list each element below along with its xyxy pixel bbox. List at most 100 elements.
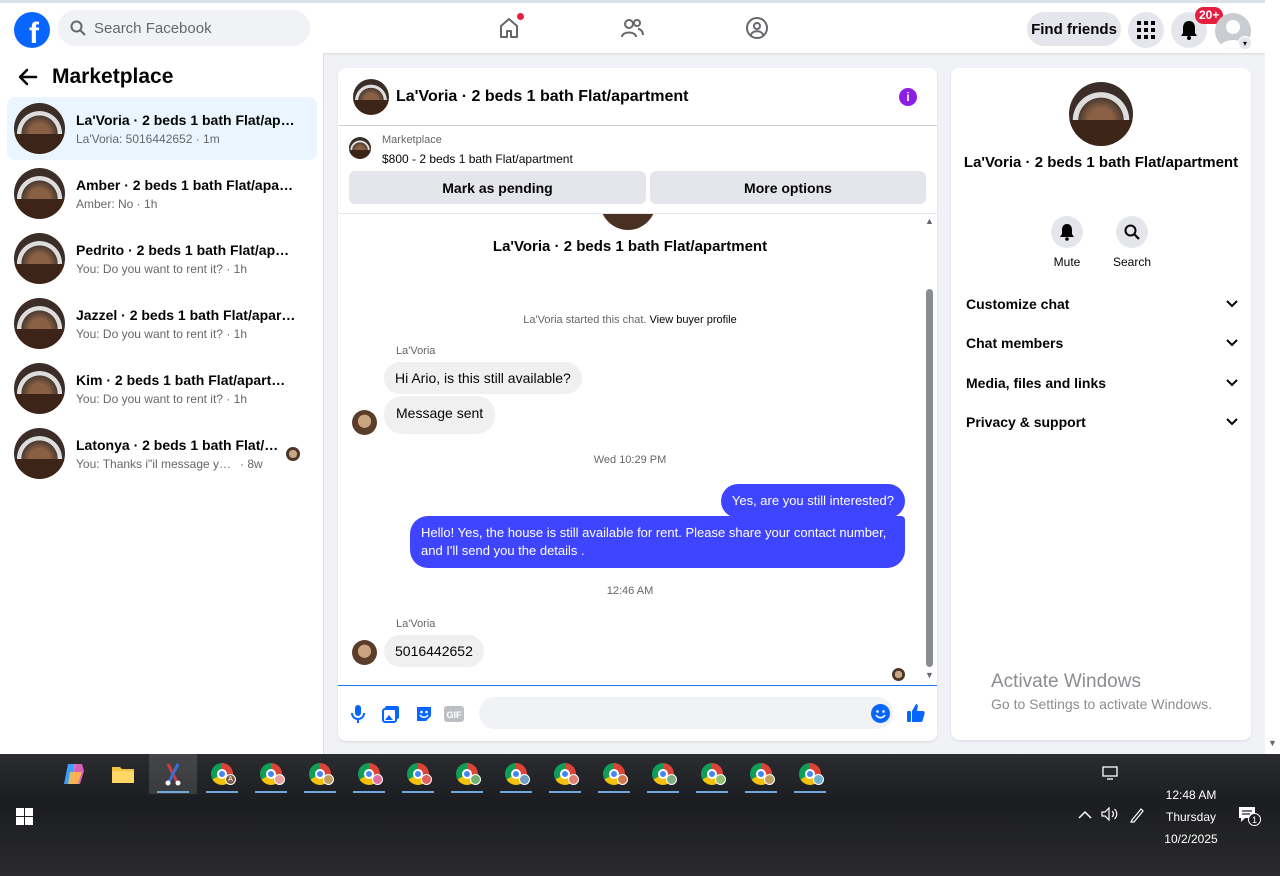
clock-day: Thursday <box>1165 810 1217 824</box>
outgoing-message[interactable]: Yes, are you still interested? <box>720 484 905 518</box>
more-options-button[interactable]: More options <box>650 171 926 204</box>
scroll-down-arrow-icon[interactable]: ▼ <box>925 670 934 680</box>
conversation-preview: Amber: No · 1h <box>76 196 158 211</box>
network-desktop-icon[interactable] <box>1102 766 1118 783</box>
sender-avatar[interactable] <box>352 640 377 665</box>
snipping-tool-icon[interactable] <box>149 754 197 794</box>
search-box[interactable] <box>58 10 310 46</box>
facebook-logo-icon[interactable]: f <box>14 12 50 48</box>
listing-thumbnail <box>14 168 65 219</box>
conversation-preview-row: You: Thanks i"il message you in a ... · … <box>76 457 286 471</box>
chrome-browser-icon[interactable] <box>394 754 442 794</box>
copilot-icon[interactable] <box>50 754 98 794</box>
mark-as-pending-button[interactable]: Mark as pending <box>349 171 646 204</box>
notification-center-icon[interactable]: 1 <box>1238 806 1261 827</box>
chat-header-thumbnail[interactable] <box>353 78 389 115</box>
chrome-browser-icon[interactable] <box>688 754 736 794</box>
find-friends-button[interactable]: Find friends <box>1027 12 1121 46</box>
message-thread: La'Voria · 2 beds 1 bath Flat/apartment … <box>338 214 928 684</box>
info-icon[interactable]: i <box>899 88 917 106</box>
sticker-icon[interactable] <box>414 704 434 724</box>
thumbs-up-icon[interactable] <box>906 703 926 723</box>
chat-title[interactable]: La'Voria · 2 beds 1 bath Flat/apartment <box>396 88 688 106</box>
conversation-item-jazzel[interactable]: Jazzel · 2 beds 1 bath Flat/apartment Yo… <box>7 292 317 355</box>
listing-thumbnail <box>14 298 65 349</box>
sidebar-header: Marketplace <box>18 65 173 89</box>
notification-count: 1 <box>1248 813 1261 826</box>
gif-icon[interactable]: GIF <box>444 704 464 724</box>
chrome-browser-icon[interactable] <box>443 754 491 794</box>
chevron-up-icon[interactable] <box>1078 807 1092 823</box>
chevron-down-icon <box>1226 300 1238 308</box>
menu-grid-icon[interactable] <box>1128 12 1164 48</box>
chat-header: La'Voria · 2 beds 1 bath Flat/apartment … <box>338 68 937 126</box>
chrome-browser-icon[interactable]: A <box>198 754 246 794</box>
conversation-name: Jazzel · 2 beds 1 bath Flat/apartment <box>76 306 296 323</box>
timestamp: Wed 10:29 PM <box>593 454 667 466</box>
conversation-item-kim[interactable]: Kim · 2 beds 1 bath Flat/apartment You: … <box>7 357 317 420</box>
chrome-browser-icon[interactable] <box>590 754 638 794</box>
customize-chat-section[interactable]: Customize chat <box>966 293 1238 315</box>
chevron-down-icon[interactable]: ▾ <box>1238 36 1252 50</box>
message-scrollbar[interactable]: ▲ ▼ <box>924 214 934 684</box>
svg-text:GIF: GIF <box>447 710 463 720</box>
volume-icon[interactable] <box>1101 806 1119 824</box>
file-explorer-icon[interactable] <box>99 754 147 794</box>
conversation-item-amber[interactable]: Amber · 2 beds 1 bath Flat/apartm... Amb… <box>7 162 317 225</box>
groups-icon[interactable] <box>744 15 770 41</box>
incoming-message[interactable]: Hi Ario, is this still available? <box>384 362 582 394</box>
windows-taskbar: A 12:48 AM Thursday 10/2/2025 1 <box>0 754 1280 876</box>
search-input[interactable] <box>94 19 294 37</box>
section-label: Media, files and links <box>966 375 1107 391</box>
marketplace-label: Marketplace <box>382 134 442 146</box>
conversation-item-lavoria[interactable]: La'Voria · 2 beds 1 bath Flat/apart... L… <box>7 97 317 160</box>
conversation-item-pedrito[interactable]: Pedrito · 2 beds 1 bath Flat/apartm... Y… <box>7 227 317 290</box>
emoji-icon[interactable] <box>871 704 890 723</box>
search-conversation-button[interactable]: Search <box>1102 216 1162 269</box>
activate-windows-watermark: Activate Windows Go to Settings to activ… <box>991 671 1212 712</box>
conversation-time: · 8w <box>240 456 263 471</box>
scroll-down-arrow-icon[interactable]: ▼ <box>1268 738 1277 748</box>
message-input[interactable] <box>479 697 893 729</box>
chrome-browser-icon[interactable] <box>541 754 589 794</box>
chat-started-text: La'Voria started this chat. <box>523 314 647 326</box>
back-arrow-icon[interactable] <box>18 67 38 87</box>
clock-time: 12:48 AM <box>1165 788 1217 802</box>
chat-members-section[interactable]: Chat members <box>966 332 1238 354</box>
friends-icon[interactable] <box>619 15 645 41</box>
chrome-browser-icon[interactable] <box>296 754 344 794</box>
chrome-browser-icon[interactable] <box>345 754 393 794</box>
outgoing-message[interactable]: Hello! Yes, the house is still available… <box>410 516 905 568</box>
conversation-preview: You: Thanks i"il message you in a ... <box>76 456 236 471</box>
page-scrollbar[interactable]: ▼ <box>1265 0 1280 754</box>
chrome-browser-icon[interactable] <box>247 754 295 794</box>
pen-icon[interactable] <box>1129 807 1145 826</box>
clock-date: 10/2/2025 <box>1164 832 1218 846</box>
conversation-name: Pedrito · 2 beds 1 bath Flat/apartm... <box>76 241 296 258</box>
conversation-preview: You: Do you want to rent it? · 1h <box>76 391 247 406</box>
chat-window: La'Voria · 2 beds 1 bath Flat/apartment … <box>338 68 937 741</box>
microphone-icon[interactable] <box>348 704 368 724</box>
scrollbar-thumb[interactable] <box>926 289 933 667</box>
system-clock[interactable]: 12:48 AM Thursday 10/2/2025 <box>1160 784 1222 850</box>
chrome-browser-icon[interactable] <box>737 754 785 794</box>
chrome-browser-icon[interactable] <box>786 754 834 794</box>
scroll-up-arrow-icon[interactable]: ▲ <box>925 216 934 226</box>
mute-button[interactable]: Mute <box>1037 216 1097 269</box>
timestamp: 12:46 AM <box>606 585 654 597</box>
watermark-title: Activate Windows <box>991 671 1141 692</box>
media-files-links-section[interactable]: Media, files and links <box>966 372 1238 394</box>
view-buyer-profile-link[interactable]: View buyer profile <box>650 314 737 326</box>
chrome-browser-icon[interactable] <box>492 754 540 794</box>
sender-avatar[interactable] <box>352 410 377 435</box>
chrome-browser-icon[interactable] <box>639 754 687 794</box>
windows-start-icon[interactable] <box>16 808 33 825</box>
privacy-support-section[interactable]: Privacy & support <box>966 411 1238 433</box>
listing-price-title[interactable]: $800 - 2 beds 1 bath Flat/apartment <box>382 152 573 166</box>
home-icon[interactable] <box>496 13 524 41</box>
listing-avatar[interactable] <box>1069 82 1133 146</box>
photo-icon[interactable] <box>381 704 401 724</box>
conversation-item-latonya[interactable]: Latonya · 2 beds 1 bath Flat/apa... You:… <box>7 422 317 485</box>
incoming-message[interactable]: Message sent <box>384 396 496 434</box>
incoming-message[interactable]: 5016442652 <box>384 635 484 667</box>
